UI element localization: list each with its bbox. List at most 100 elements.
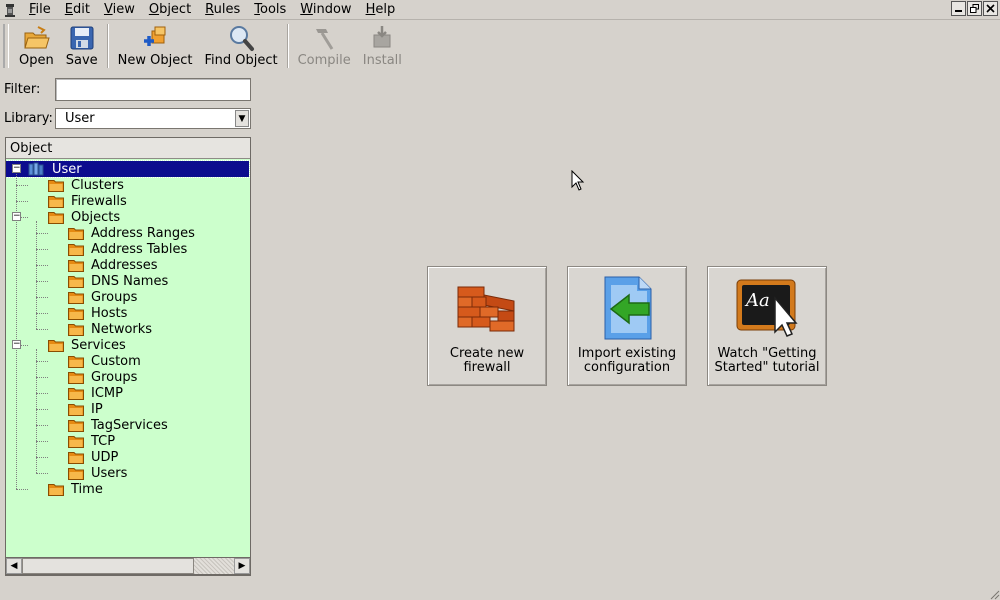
tree-item[interactable]: Objects [48,209,122,225]
label-line: Started" tutorial [714,360,820,375]
tree-item-label: TCP [91,433,116,449]
library-label: Library: [4,111,53,126]
tree-item[interactable]: Groups [68,369,139,385]
restore-button[interactable] [967,1,982,16]
tree-item-label: Address Tables [91,241,188,257]
dropdown-arrow-icon[interactable]: ▼ [235,110,249,127]
tree-item[interactable]: TCP [68,433,117,449]
create-firewall-button[interactable]: Create new firewall [427,266,547,386]
tree-item[interactable]: ICMP [68,385,125,401]
tree-connector [36,473,48,474]
scroll-track[interactable] [194,558,234,574]
menu-rules[interactable]: Rules [198,0,247,19]
folder-icon [48,195,64,208]
folder-icon [48,483,64,496]
tree-item[interactable]: Networks [68,321,154,337]
resize-grip-icon[interactable] [988,588,1000,600]
folder-icon [68,291,84,304]
install-button[interactable]: Install [357,20,408,72]
tree-item-label: Firewalls [71,193,127,209]
tree-item[interactable]: Custom [68,353,143,369]
scroll-left-icon[interactable]: ◀ [6,558,22,574]
new-object-button[interactable]: New Object [112,20,199,72]
tree-item-label: Groups [91,289,138,305]
tree-item-label: Networks [91,321,153,337]
tree-item[interactable]: Firewalls [48,193,129,209]
tree-connector [36,457,48,458]
tree-column-header[interactable]: Object [6,138,250,159]
folder-icon [68,243,84,256]
menu-object[interactable]: Object [142,0,198,19]
tree-item[interactable]: Services [48,337,128,353]
tree-item[interactable]: TagServices [68,417,170,433]
library-select-value: User [65,111,95,126]
find-object-label: Find Object [204,53,278,68]
tree-connector [16,185,28,186]
menu-bar: File Edit View Object Rules Tools Window… [0,0,1000,19]
import-configuration-button[interactable]: Import existing configuration [567,266,687,386]
filter-label: Filter: [4,82,41,97]
tree-connector [36,233,48,234]
label-line: Watch "Getting [717,346,817,361]
tree-item[interactable]: Time [48,481,105,497]
tree-connector [36,313,48,314]
folder-icon [68,275,84,288]
tree-item[interactable]: Clusters [48,177,126,193]
app-logo-icon [5,3,15,17]
menu-file[interactable]: File [22,0,58,19]
save-button[interactable]: Save [60,20,104,72]
tree-item-label: IP [91,401,103,417]
tree-connector [36,425,48,426]
tree-item[interactable]: Address Tables [68,241,189,257]
svg-text:Aa: Aa [744,290,770,311]
tree-item-label: DNS Names [91,273,169,289]
tree-body: User − Clusters Firewalls − Objects Address R… [6,159,250,553]
close-button[interactable] [983,1,998,16]
toolbar-separator [106,24,109,68]
folder-icon [48,179,64,192]
import-document-icon [604,276,652,340]
tree-item[interactable]: Address Ranges [68,225,197,241]
toolbar-grip[interactable] [3,24,9,68]
menu-tools[interactable]: Tools [247,0,293,19]
folder-icon [48,211,64,224]
tree-item-label: Objects [71,209,121,225]
tree-item[interactable]: Groups [68,289,139,305]
tree-connector [36,349,37,473]
collapse-toggle-icon[interactable]: − [12,212,21,221]
tree-connector [36,249,48,250]
tree-item-user[interactable]: User [6,160,250,178]
tree-item[interactable]: Hosts [68,305,129,321]
minimize-button[interactable] [951,1,966,16]
tree-item[interactable]: UDP [68,449,120,465]
tree-connector [36,441,48,442]
import-configuration-label: Import existing configuration [568,347,686,375]
watch-tutorial-button[interactable]: Aa Watch "Getting Started" tutorial [707,266,827,386]
folder-icon [68,435,84,448]
filter-input[interactable] [55,78,251,101]
menu-edit[interactable]: Edit [58,0,97,19]
library-select[interactable]: User ▼ [55,108,251,129]
tree-connector [36,409,48,410]
find-object-button[interactable]: Find Object [198,20,283,72]
tree-item[interactable]: Addresses [68,257,160,273]
tree-item[interactable]: IP [68,401,105,417]
scroll-thumb[interactable] [22,558,194,574]
menu-window[interactable]: Window [293,0,358,19]
watch-tutorial-label: Watch "Getting Started" tutorial [708,347,826,375]
compile-button[interactable]: Compile [292,20,357,72]
tree-item-label: Users [91,465,128,481]
menu-view[interactable]: View [97,0,142,19]
collapse-toggle-icon[interactable]: − [12,164,21,173]
menu-help[interactable]: Help [359,0,403,19]
tree-horizontal-scrollbar[interactable]: ◀ ▶ [5,557,251,575]
folder-icon [68,451,84,464]
collapse-toggle-icon[interactable]: − [12,340,21,349]
tree-item[interactable]: Users [68,465,129,481]
folder-icon [68,371,84,384]
tree-item[interactable]: DNS Names [68,273,170,289]
open-button[interactable]: Open [13,20,60,72]
scroll-right-icon[interactable]: ▶ [234,558,250,574]
folder-icon [68,467,84,480]
open-label: Open [19,53,54,68]
